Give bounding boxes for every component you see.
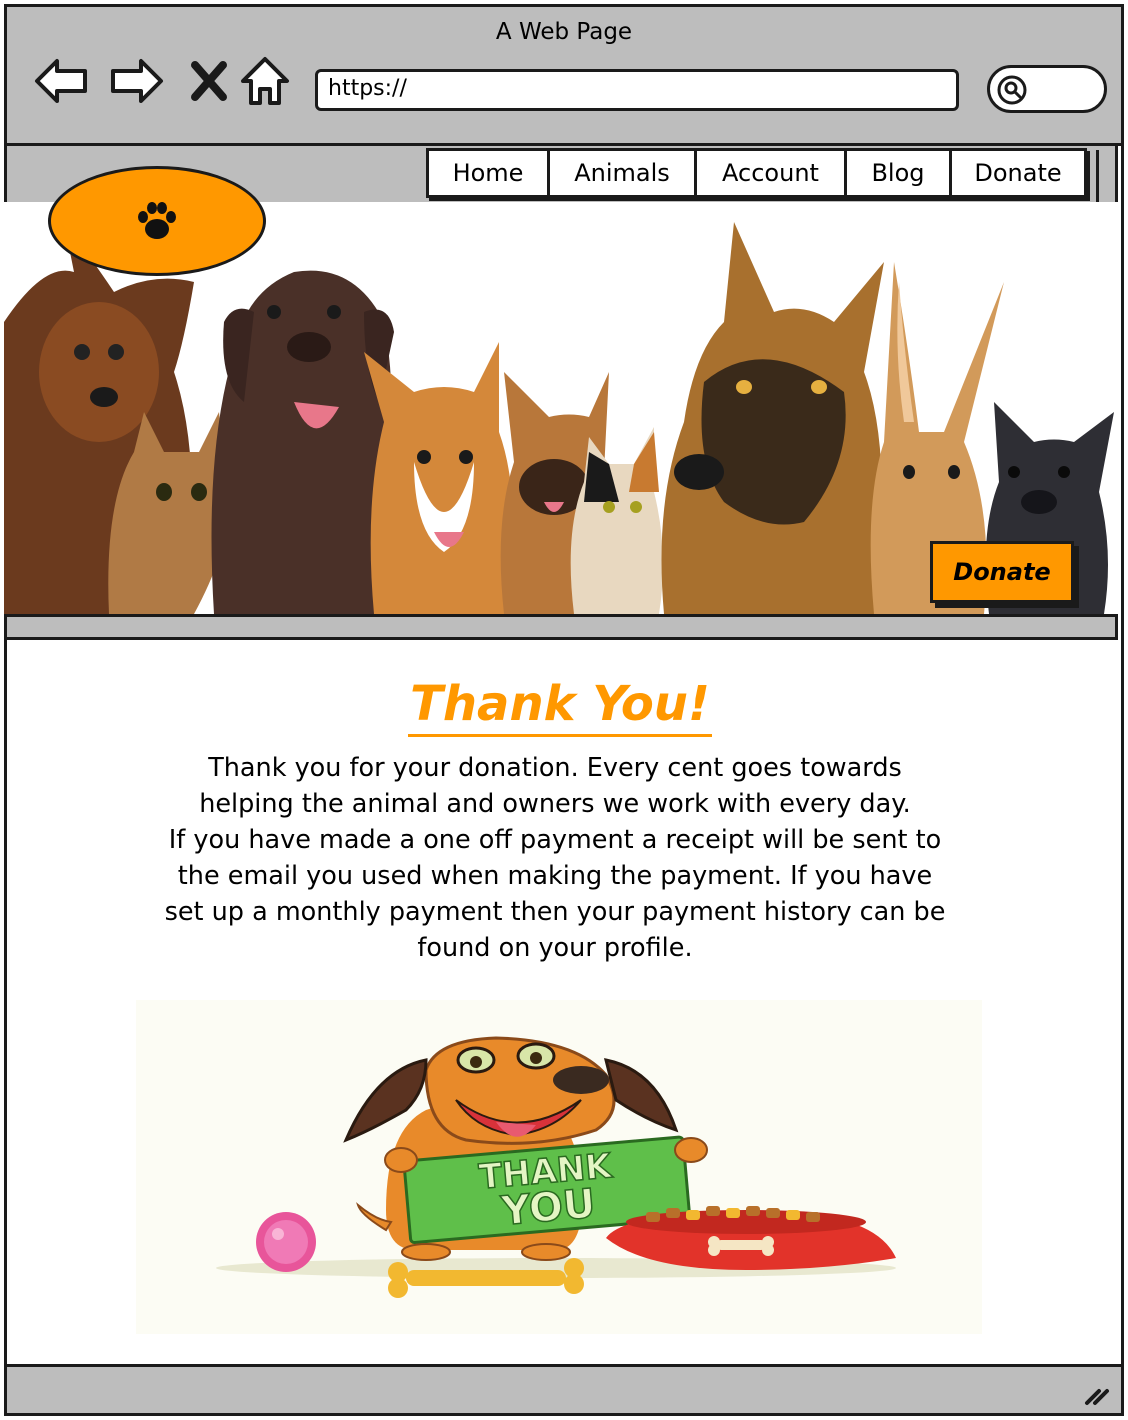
- forward-arrow-icon[interactable]: [107, 51, 167, 111]
- back-arrow-icon[interactable]: [31, 51, 91, 111]
- paw-icon: [138, 202, 176, 239]
- nav-item-home[interactable]: Home: [426, 148, 550, 198]
- search-icon: [997, 75, 1027, 105]
- message-line: Thank you for your donation. Every cent …: [208, 753, 902, 783]
- site-logo[interactable]: [48, 166, 266, 276]
- thank-you-dog-illustration: THANK YOU: [136, 1000, 982, 1334]
- window-footer: [4, 1364, 1124, 1416]
- sign-text-you: YOU: [499, 1181, 598, 1235]
- header-edge: [1096, 150, 1118, 202]
- message-line: the email you used when making the payme…: [177, 861, 933, 891]
- nav-item-blog[interactable]: Blog: [844, 148, 952, 198]
- main-nav: Home Animals Account Blog Donate: [426, 148, 1087, 198]
- nav-item-account[interactable]: Account: [694, 148, 847, 198]
- nav-item-donate[interactable]: Donate: [949, 148, 1087, 198]
- message-line: found on your profile.: [417, 933, 693, 963]
- resize-handle-icon[interactable]: [1081, 1377, 1111, 1407]
- thank-you-message: Thank you for your donation. Every cent …: [130, 750, 980, 966]
- hero-divider: [4, 614, 1118, 640]
- window-title: A Web Page: [495, 19, 633, 45]
- message-line: If you have made a one off payment a rec…: [168, 825, 942, 855]
- close-icon[interactable]: [179, 51, 239, 111]
- browser-chrome: A Web Page https://: [4, 4, 1124, 146]
- page-title-text: Thank You!: [408, 676, 712, 737]
- message-line: set up a monthly payment then your payme…: [164, 897, 946, 927]
- hero-donate-button[interactable]: Donate: [930, 541, 1074, 603]
- home-icon[interactable]: [235, 51, 295, 111]
- nav-item-animals[interactable]: Animals: [547, 148, 697, 198]
- address-bar[interactable]: https://: [315, 69, 959, 111]
- browser-search-input[interactable]: [987, 65, 1107, 113]
- message-line: helping the animal and owners we work wi…: [199, 789, 911, 819]
- page-title: Thank You!: [0, 676, 1120, 737]
